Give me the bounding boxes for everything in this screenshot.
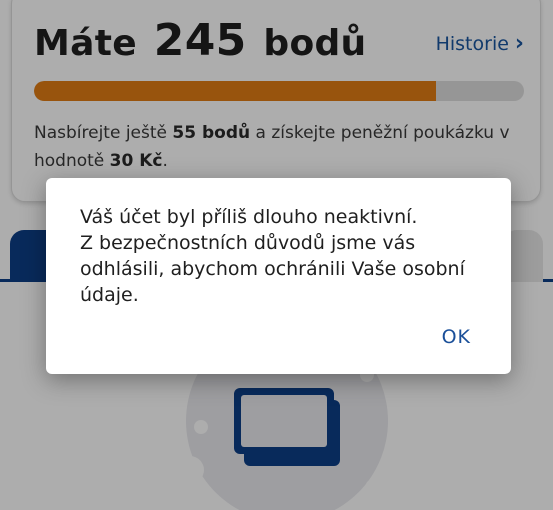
session-expired-dialog: Váš účet byl příliš dlouho neaktivní. Z … [46, 178, 511, 374]
dialog-message: Váš účet byl příliš dlouho neaktivní. Z … [80, 206, 465, 306]
ok-button[interactable]: OK [442, 326, 471, 348]
